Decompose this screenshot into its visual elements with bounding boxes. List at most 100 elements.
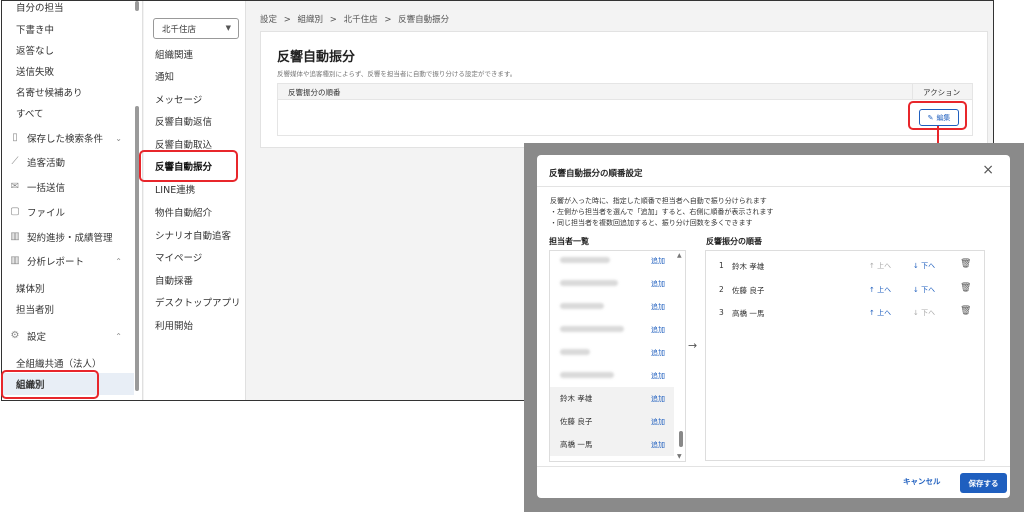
trash-icon[interactable]: 🗑 (960, 283, 971, 293)
sidebar-item-merge-candidates[interactable]: 名寄せ候補あり (2, 81, 132, 103)
scroll-thumb[interactable] (679, 431, 683, 447)
modal-title: 反響自動振分の順番設定 (549, 169, 643, 179)
breadcrumb-settings[interactable]: 設定 (260, 15, 277, 25)
move-up-button[interactable]: ↑ 上へ (869, 261, 891, 271)
blurred-name (560, 257, 610, 263)
sidebar-item-drafts[interactable]: 下書き中 (2, 18, 132, 40)
assign-order-modal: 反響自動振分の順番設定 × 反響が入った時に、指定した順番で担当者へ自動で振り分… (537, 155, 1010, 498)
sidebar-scrollbar[interactable] (135, 106, 139, 391)
submenu-item-notifications[interactable]: 通知 (155, 66, 174, 86)
submenu-item-mypage[interactable]: マイページ (155, 247, 202, 267)
order-row: 3 高橋 一馬 ↑ 上へ ↓ 下へ 🗑 (706, 302, 984, 324)
column-header-action: アクション (912, 84, 960, 99)
add-button[interactable]: 追加 (651, 440, 665, 450)
submenu-item-auto-reply[interactable]: 反響自動返信 (155, 111, 212, 131)
breadcrumb-by-org[interactable]: 組織別 (298, 15, 324, 25)
chevron-up-icon: ⌃ (115, 331, 122, 341)
sidebar-scrollbar-top[interactable] (135, 1, 139, 11)
sidebar-item-all[interactable]: すべて (2, 102, 132, 124)
submenu-item-start[interactable]: 利用開始 (155, 315, 193, 335)
sidebar-item-label: 返答なし (16, 46, 55, 57)
submenu-item-numbering[interactable]: 自動採番 (155, 270, 193, 290)
sidebar-item-saved-searches[interactable]: ▯ 保存した検索条件 ⌄ (2, 127, 132, 149)
cancel-button[interactable]: キャンセル (903, 476, 941, 487)
sidebar-item-follow-up[interactable]: ⟋ 追客活動 (2, 151, 132, 173)
breadcrumb-separator: > (384, 15, 392, 25)
blurred-name (560, 372, 614, 378)
move-down-button[interactable]: ↓ 下へ (913, 285, 935, 295)
move-up-button[interactable]: ↑ 上へ (869, 308, 891, 318)
page-description: 反響媒体や追客種別によらず、反響を担当者に自動で振り分ける設定ができます。 (277, 70, 517, 78)
add-button[interactable]: 追加 (651, 279, 665, 289)
staff-name: 鈴木 孝雄 (560, 394, 593, 403)
modal-description-line: ・同じ担当者を複数回追加すると、振り分け回数を多くできます (550, 219, 753, 227)
submenu-item-scenario[interactable]: シナリオ自動追客 (155, 225, 231, 245)
order-name: 鈴木 孝雄 (732, 262, 765, 271)
sidebar-item-settings[interactable]: ⚙ 設定 ⌃ (2, 325, 132, 347)
add-button[interactable]: 追加 (651, 256, 665, 266)
modal-footer-divider (537, 466, 1010, 467)
submenu-item-desktop-app[interactable]: デスクトップアプリ (155, 292, 241, 312)
staff-list-title: 担当者一覧 (549, 237, 589, 246)
blurred-name (560, 326, 624, 332)
save-button[interactable]: 保存する (960, 473, 1007, 493)
list-item: 追加 (550, 364, 674, 387)
add-button[interactable]: 追加 (651, 302, 665, 312)
order-name: 佐藤 良子 (732, 286, 765, 295)
order-number: 3 (719, 308, 724, 317)
sidebar-item-contract-progress[interactable]: ▥ 契約進捗・成績管理 (2, 226, 132, 248)
sidebar-item-label: すべて (16, 109, 44, 120)
column-header-order: 反響振分の順番 (288, 88, 341, 97)
sidebar-item-label: 下書き中 (16, 25, 55, 36)
mail-icon: ✉ (10, 181, 20, 192)
blurred-name (560, 349, 590, 355)
add-button[interactable]: 追加 (651, 417, 665, 427)
breadcrumb: 設定 > 組織別 > 北千住店 > 反響自動振分 (260, 13, 453, 25)
staff-name: 佐藤 良子 (560, 417, 593, 426)
sidebar-item-send-failed[interactable]: 送信失敗 (2, 60, 132, 82)
submenu-item-line[interactable]: LINE連携 (155, 179, 195, 199)
order-row: 2 佐藤 良子 ↑ 上へ ↓ 下へ 🗑 (706, 279, 984, 301)
add-button[interactable]: 追加 (651, 371, 665, 381)
store-select[interactable]: 北千住店 ▼ (153, 18, 239, 39)
modal-divider (537, 186, 1010, 187)
trash-icon[interactable]: 🗑 (960, 306, 971, 316)
scroll-down-icon[interactable]: ▼ (677, 453, 682, 460)
submenu-item-messages[interactable]: メッセージ (155, 89, 202, 109)
highlight-by-org-menu (1, 370, 99, 399)
add-button[interactable]: 追加 (651, 325, 665, 335)
sidebar-item-bulk-send[interactable]: ✉ 一括送信 (2, 176, 132, 198)
settings-submenu: 北千住店 ▼ 組織関連 通知 メッセージ 反響自動返信 反響自動取込 反響自動振… (144, 1, 246, 400)
chevron-down-icon: ⌄ (115, 133, 122, 143)
sidebar-item-mine[interactable]: 自分の担当 (2, 1, 132, 18)
add-button[interactable]: 追加 (651, 394, 665, 404)
sidebar-item-label: 設定 (27, 332, 47, 343)
list-item: 佐藤 良子 追加 (550, 410, 674, 433)
sidebar-item-by-media[interactable]: 媒体別 (2, 277, 132, 299)
sidebar-item-label: 媒体別 (16, 284, 45, 295)
add-button[interactable]: 追加 (651, 348, 665, 358)
breadcrumb-store[interactable]: 北千住店 (344, 15, 378, 25)
move-down-button[interactable]: ↓ 下へ (913, 261, 935, 271)
gear-icon: ⚙ (10, 330, 20, 341)
list-item: 高橋 一馬 追加 (550, 433, 674, 456)
move-up-button[interactable]: ↑ 上へ (869, 285, 891, 295)
page-title: 反響自動振分 (277, 50, 356, 65)
sidebar-item-analytics[interactable]: ▥ 分析レポート ⌃ (2, 250, 132, 272)
sidebar-item-files[interactable]: ▢ ファイル (2, 201, 132, 223)
order-number: 2 (719, 285, 724, 294)
auto-assign-card: 反響自動振分 反響媒体や追客種別によらず、反響を担当者に自動で振り分ける設定がで… (260, 31, 988, 148)
sidebar-item-no-reply[interactable]: 返答なし (2, 39, 132, 61)
scroll-up-icon[interactable]: ▲ (677, 252, 682, 259)
move-down-label: 下へ (921, 309, 936, 317)
modal-description-line: ・左側から担当者を選んで「追加」すると、右側に順番が表示されます (550, 208, 774, 216)
sidebar-item-by-staff[interactable]: 担当者別 (2, 298, 132, 320)
close-icon[interactable]: × (982, 162, 994, 178)
sidebar-item-label: 全組織共通（法人） (16, 359, 102, 370)
submenu-item-property-intro[interactable]: 物件自動紹介 (155, 202, 212, 222)
bookmark-icon: ▯ (12, 132, 18, 143)
move-down-button[interactable]: ↓ 下へ (913, 308, 935, 318)
trash-icon[interactable]: 🗑 (960, 259, 971, 269)
staff-list-scrollbar[interactable]: ▲ ▼ (676, 251, 685, 461)
submenu-item-org[interactable]: 組織関連 (155, 44, 193, 64)
